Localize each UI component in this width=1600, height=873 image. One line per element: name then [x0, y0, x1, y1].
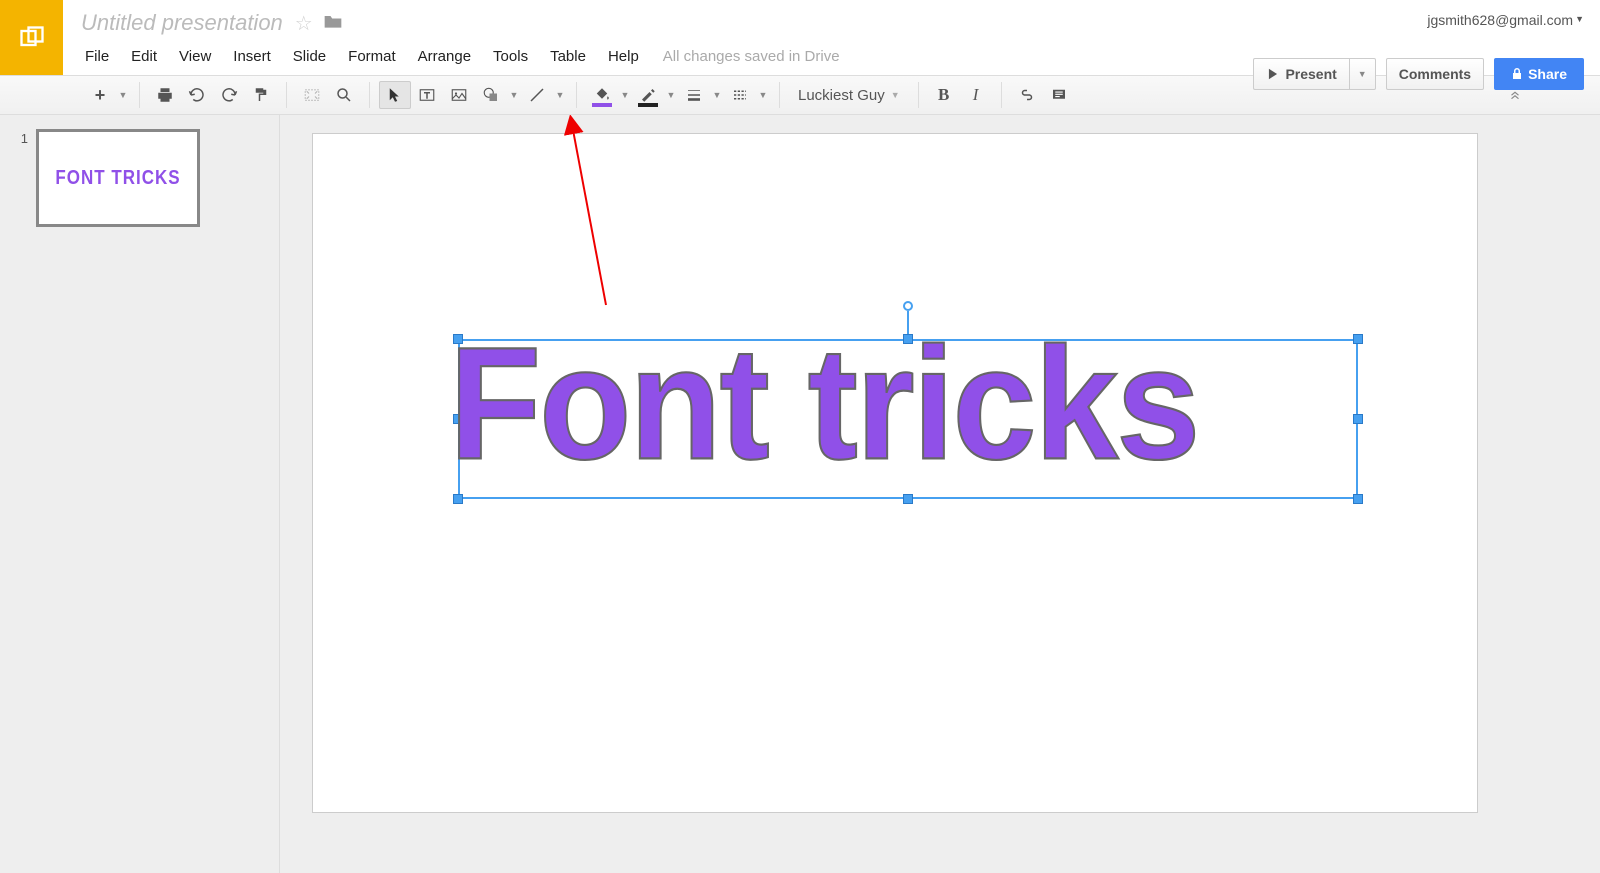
line-dash-button[interactable]: [724, 81, 756, 109]
comments-button[interactable]: Comments: [1386, 58, 1484, 90]
account-dropdown-icon[interactable]: ▼: [1575, 14, 1584, 24]
selected-textbox[interactable]: Font tricks: [458, 339, 1358, 499]
collapse-toolbar-icon[interactable]: [1498, 83, 1532, 108]
paint-format-button[interactable]: [245, 81, 277, 109]
menu-edit[interactable]: Edit: [121, 44, 167, 69]
user-email[interactable]: jgsmith628@gmail.com: [1427, 10, 1573, 28]
share-label: Share: [1528, 66, 1567, 82]
shape-tool[interactable]: [475, 81, 507, 109]
canvas-area[interactable]: Font tricks: [280, 115, 1600, 873]
new-slide-dropdown[interactable]: ▼: [116, 90, 130, 100]
shape-dropdown[interactable]: ▼: [507, 90, 521, 100]
textbox-content[interactable]: Font tricks: [449, 324, 1367, 484]
textbox-tool[interactable]: [411, 81, 443, 109]
separator: [576, 82, 577, 108]
separator: [918, 82, 919, 108]
line-weight-dropdown[interactable]: ▼: [710, 90, 724, 100]
resize-handle-se[interactable]: [1353, 494, 1363, 504]
separator: [1001, 82, 1002, 108]
menu-slide[interactable]: Slide: [283, 44, 336, 69]
menu-format[interactable]: Format: [338, 44, 406, 69]
line-dash-dropdown[interactable]: ▼: [756, 90, 770, 100]
header-buttons: Present ▼ Comments Share: [1253, 58, 1584, 90]
present-label: Present: [1285, 66, 1336, 82]
font-name: Luckiest Guy: [798, 87, 885, 104]
menu-help[interactable]: Help: [598, 44, 649, 69]
menu-bar: File Edit View Insert Slide Format Arran…: [75, 40, 1237, 72]
fill-color-dropdown[interactable]: ▼: [618, 90, 632, 100]
bold-button[interactable]: B: [928, 81, 960, 109]
redo-button[interactable]: [213, 81, 245, 109]
separator: [779, 82, 780, 108]
comments-label: Comments: [1399, 66, 1471, 82]
tb-group-color: ▼ ▼ ▼ ▼: [580, 75, 776, 115]
tb-group-zoom: [290, 75, 366, 115]
resize-handle-s[interactable]: [903, 494, 913, 504]
line-color-button[interactable]: [632, 81, 664, 109]
fill-color-swatch: [592, 103, 612, 107]
image-tool[interactable]: [443, 81, 475, 109]
doc-title[interactable]: Untitled presentation: [75, 8, 289, 38]
present-button-group: Present ▼: [1253, 58, 1375, 90]
rotation-handle[interactable]: [903, 301, 913, 311]
fit-button[interactable]: [296, 81, 328, 109]
print-button[interactable]: [149, 81, 181, 109]
tb-group-font: Luckiest Guy ▼: [783, 75, 915, 115]
app-logo[interactable]: [0, 0, 63, 75]
new-slide-button[interactable]: +: [84, 81, 116, 109]
separator: [369, 82, 370, 108]
slide-sidebar: 1 FONT TRICKS: [0, 115, 280, 873]
line-weight-button[interactable]: [678, 81, 710, 109]
undo-button[interactable]: [181, 81, 213, 109]
slide-canvas[interactable]: Font tricks: [312, 133, 1478, 813]
select-tool[interactable]: [379, 81, 411, 109]
tb-group-style: B I: [922, 75, 998, 115]
slide-thumbnail[interactable]: FONT TRICKS: [36, 129, 200, 227]
tb-group-slide: + ▼: [78, 75, 136, 115]
menu-table[interactable]: Table: [540, 44, 596, 69]
separator: [139, 82, 140, 108]
italic-button[interactable]: I: [960, 81, 992, 109]
resize-handle-sw[interactable]: [453, 494, 463, 504]
line-color-dropdown[interactable]: ▼: [664, 90, 678, 100]
insert-link-button[interactable]: [1011, 81, 1043, 109]
header: Untitled presentation ☆ File Edit View I…: [0, 0, 1600, 75]
chevron-down-icon: ▼: [1358, 69, 1367, 79]
menu-tools[interactable]: Tools: [483, 44, 538, 69]
menu-insert[interactable]: Insert: [223, 44, 281, 69]
save-status: All changes saved in Drive: [663, 48, 840, 65]
folder-icon[interactable]: [323, 12, 343, 35]
slide-thumb-1[interactable]: 1 FONT TRICKS: [14, 129, 265, 227]
tb-group-basic: [143, 75, 283, 115]
zoom-button[interactable]: [328, 81, 360, 109]
header-right: jgsmith628@gmail.com ▼ Present ▼ Comment…: [1237, 0, 1600, 75]
tb-group-link: [1005, 75, 1081, 115]
menu-view[interactable]: View: [169, 44, 221, 69]
menu-arrange[interactable]: Arrange: [408, 44, 481, 69]
star-icon[interactable]: ☆: [295, 11, 313, 36]
present-dropdown[interactable]: ▼: [1349, 58, 1376, 90]
body-area: 1 FONT TRICKS Font tricks: [0, 115, 1600, 873]
font-selector[interactable]: Luckiest Guy ▼: [789, 82, 909, 109]
header-main: Untitled presentation ☆ File Edit View I…: [63, 0, 1237, 75]
separator: [286, 82, 287, 108]
slide-number: 1: [14, 129, 28, 227]
chevron-down-icon: ▼: [891, 90, 900, 100]
line-color-swatch: [638, 103, 658, 107]
menu-file[interactable]: File: [75, 44, 119, 69]
insert-comment-button[interactable]: [1043, 81, 1075, 109]
title-row: Untitled presentation ☆: [75, 0, 1237, 40]
line-tool[interactable]: [521, 81, 553, 109]
line-dropdown[interactable]: ▼: [553, 90, 567, 100]
tb-group-insert: ▼ ▼: [373, 75, 573, 115]
thumb-text: FONT TRICKS: [55, 166, 180, 190]
present-button[interactable]: Present: [1253, 58, 1348, 90]
fill-color-button[interactable]: [586, 81, 618, 109]
